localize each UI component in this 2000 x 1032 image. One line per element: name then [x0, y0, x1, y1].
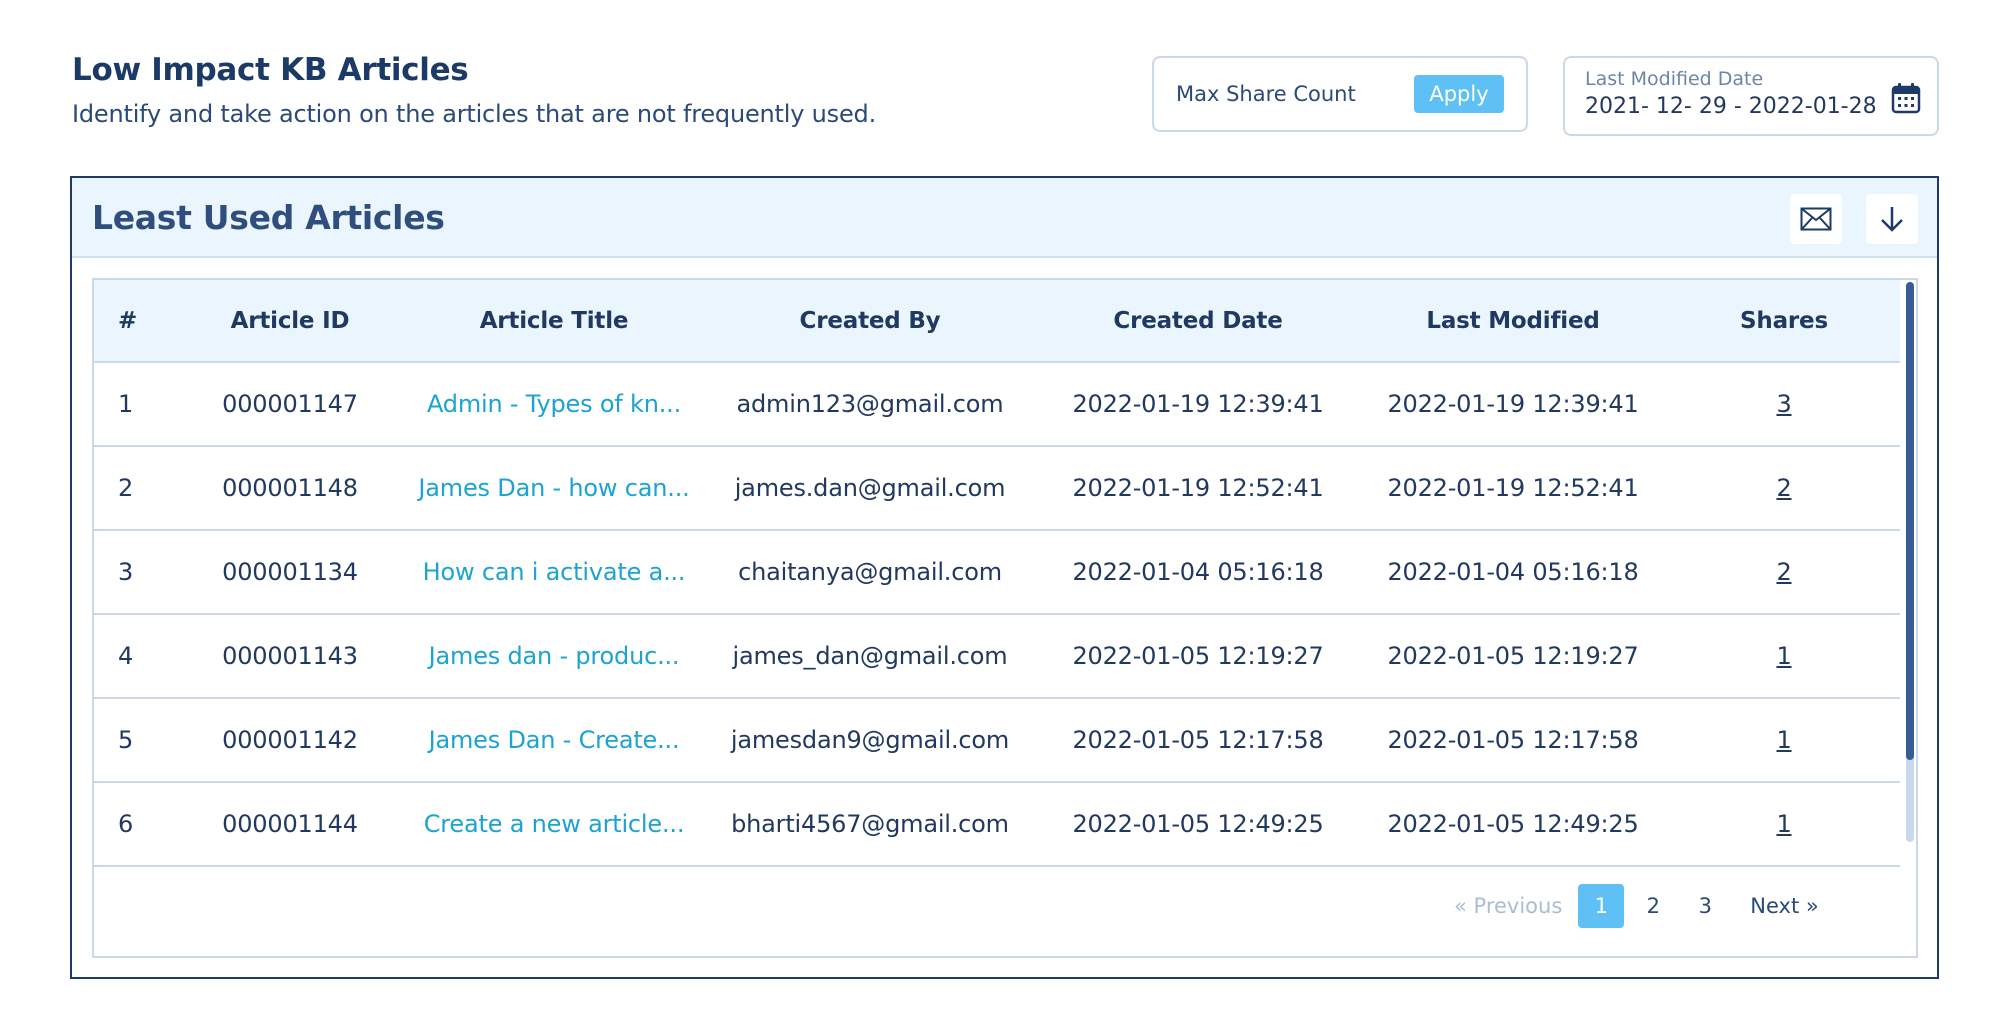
table-row: 6 000001144 Create a new article... bhar…: [94, 782, 1900, 867]
table-row: 3 000001134 How can i activate a... chai…: [94, 530, 1900, 615]
shares-cell: 3: [1668, 362, 1900, 447]
page-subtitle: Identify and take action on the articles…: [72, 100, 876, 128]
shares-link[interactable]: 1: [1776, 810, 1791, 838]
article-id: 000001134: [174, 530, 406, 615]
download-icon: [1881, 207, 1903, 232]
article-id: 000001148: [174, 446, 406, 531]
panel-title: Least Used Articles: [92, 198, 445, 237]
articles-table: # Article ID Article Title Created By Cr…: [94, 280, 1900, 867]
page-button-1[interactable]: 1: [1578, 884, 1625, 928]
max-share-count-filter[interactable]: Max Share Count Apply: [1152, 56, 1528, 132]
last-modified-date-picker[interactable]: Last Modified Date 2021- 12- 29 - 2022-0…: [1563, 56, 1939, 136]
apply-button[interactable]: Apply: [1414, 75, 1504, 113]
table-row: 1 000001147 Admin - Types of kn... admin…: [94, 362, 1900, 447]
page-button-2[interactable]: 2: [1630, 884, 1676, 928]
table-scrollbar[interactable]: [1906, 282, 1914, 842]
next-page-button[interactable]: Next »: [1750, 894, 1818, 918]
shares-cell: 1: [1668, 782, 1900, 867]
mail-icon: [1800, 207, 1832, 231]
last-modified: 2022-01-05 12:49:25: [1358, 782, 1668, 867]
created-by: james_dan@gmail.com: [702, 614, 1038, 699]
created-date: 2022-01-19 12:52:41: [1038, 446, 1358, 531]
page: Low Impact KB Articles Identify and take…: [0, 0, 2000, 1032]
last-modified: 2022-01-05 12:19:27: [1358, 614, 1668, 699]
column-header-created-by[interactable]: Created By: [702, 280, 1038, 363]
table-row: 2 000001148 James Dan - how can... james…: [94, 446, 1900, 531]
column-header-created-date[interactable]: Created Date: [1038, 280, 1358, 363]
email-button[interactable]: [1790, 194, 1842, 244]
panel-header: Least Used Articles: [72, 178, 1937, 258]
column-header-shares[interactable]: Shares: [1668, 280, 1900, 363]
pagination: « Previous 1 2 3 Next »: [1454, 884, 1819, 928]
shares-link[interactable]: 1: [1776, 726, 1791, 754]
date-range-value: 2021- 12- 29 - 2022-01-28: [1585, 94, 1877, 119]
shares-cell: 1: [1668, 614, 1900, 699]
last-modified: 2022-01-19 12:52:41: [1358, 446, 1668, 531]
scrollbar-thumb[interactable]: [1906, 282, 1914, 760]
page-heading: Low Impact KB Articles Identify and take…: [72, 52, 876, 128]
least-used-articles-panel: Least Used Articles # Article ID Article…: [70, 176, 1939, 979]
column-header-article-id[interactable]: Article ID: [174, 280, 406, 363]
last-modified: 2022-01-05 12:17:58: [1358, 698, 1668, 783]
created-by: bharti4567@gmail.com: [702, 782, 1038, 867]
previous-page-button[interactable]: « Previous: [1454, 894, 1562, 918]
row-number: 5: [94, 698, 174, 783]
last-modified: 2022-01-19 12:39:41: [1358, 362, 1668, 447]
column-header-article-title[interactable]: Article Title: [406, 280, 702, 363]
calendar-icon[interactable]: [1891, 82, 1921, 118]
shares-cell: 2: [1668, 446, 1900, 531]
table-row: 5 000001142 James Dan - Create... jamesd…: [94, 698, 1900, 783]
article-title-link[interactable]: Admin - Types of kn...: [406, 362, 702, 447]
created-date: 2022-01-05 12:19:27: [1038, 614, 1358, 699]
created-by: james.dan@gmail.com: [702, 446, 1038, 531]
row-number: 6: [94, 782, 174, 867]
article-id: 000001143: [174, 614, 406, 699]
created-by: jamesdan9@gmail.com: [702, 698, 1038, 783]
article-id: 000001144: [174, 782, 406, 867]
page-button-3[interactable]: 3: [1682, 884, 1728, 928]
created-by: admin123@gmail.com: [702, 362, 1038, 447]
shares-link[interactable]: 1: [1776, 642, 1791, 670]
article-id: 000001147: [174, 362, 406, 447]
shares-link[interactable]: 2: [1776, 558, 1791, 586]
article-title-link[interactable]: James Dan - Create...: [406, 698, 702, 783]
shares-cell: 2: [1668, 530, 1900, 615]
table-row: 4 000001143 James dan - produc... james_…: [94, 614, 1900, 699]
article-title-link[interactable]: Create a new article...: [406, 782, 702, 867]
date-picker-label: Last Modified Date: [1585, 68, 1764, 90]
shares-link[interactable]: 2: [1776, 474, 1791, 502]
article-title-link[interactable]: James Dan - how can...: [406, 446, 702, 531]
row-number: 1: [94, 362, 174, 447]
column-header-last-modified[interactable]: Last Modified: [1358, 280, 1668, 363]
shares-link[interactable]: 3: [1776, 390, 1791, 418]
articles-table-container: # Article ID Article Title Created By Cr…: [92, 278, 1918, 958]
table-header-row: # Article ID Article Title Created By Cr…: [94, 280, 1900, 363]
created-date: 2022-01-19 12:39:41: [1038, 362, 1358, 447]
row-number: 3: [94, 530, 174, 615]
created-date: 2022-01-05 12:49:25: [1038, 782, 1358, 867]
row-number: 2: [94, 446, 174, 531]
article-title-link[interactable]: James dan - produc...: [406, 614, 702, 699]
page-title: Low Impact KB Articles: [72, 52, 469, 88]
created-by: chaitanya@gmail.com: [702, 530, 1038, 615]
max-share-count-label: Max Share Count: [1176, 82, 1356, 106]
created-date: 2022-01-05 12:17:58: [1038, 698, 1358, 783]
article-id: 000001142: [174, 698, 406, 783]
row-number: 4: [94, 614, 174, 699]
column-header-number[interactable]: #: [94, 280, 174, 363]
shares-cell: 1: [1668, 698, 1900, 783]
last-modified: 2022-01-04 05:16:18: [1358, 530, 1668, 615]
article-title-link[interactable]: How can i activate a...: [406, 530, 702, 615]
created-date: 2022-01-04 05:16:18: [1038, 530, 1358, 615]
download-button[interactable]: [1866, 194, 1918, 244]
